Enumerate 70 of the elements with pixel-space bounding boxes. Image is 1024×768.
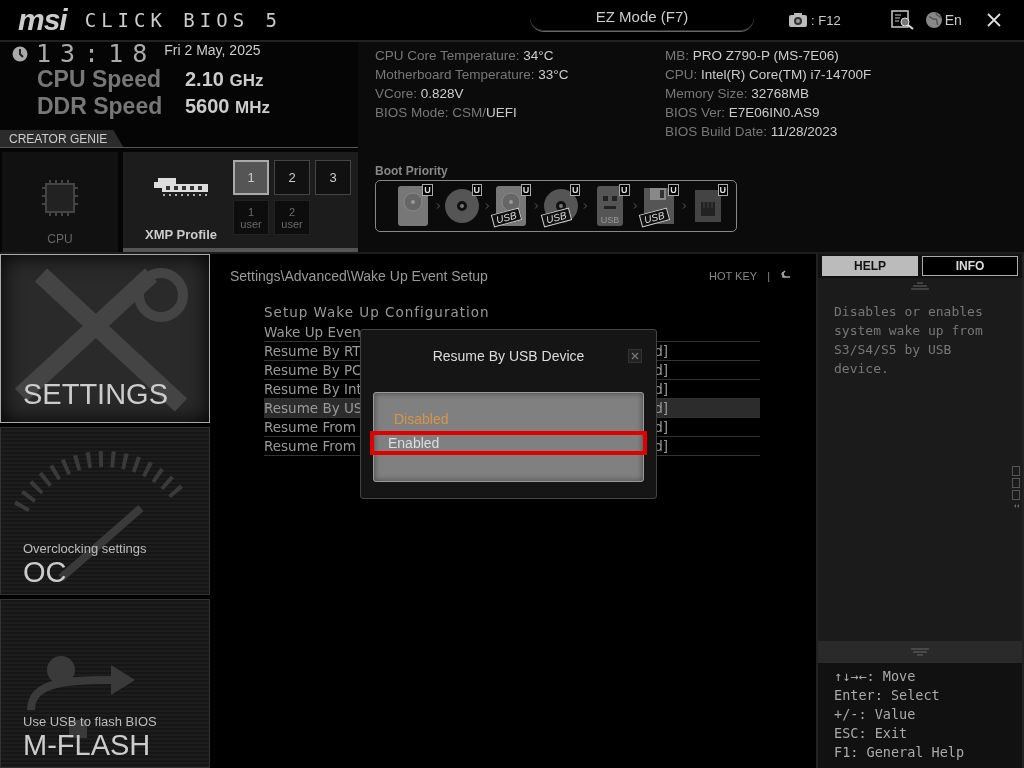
speed-label: DDR Speed bbox=[37, 93, 164, 120]
boot-device[interactable]: U USB bbox=[492, 184, 532, 228]
info-line: Memory Size: 32768MB bbox=[665, 85, 811, 103]
xmp-profile-tile[interactable]: XMP Profile 1 2 3 1 user 2 user bbox=[123, 152, 358, 252]
hot-key-label: HOT KEY bbox=[709, 270, 758, 282]
boot-device[interactable]: U USB bbox=[640, 184, 679, 228]
help-text: Disables or enables system wake up from S3/S4/S5 by USB device. bbox=[833, 303, 984, 378]
separator-text: | bbox=[767, 270, 770, 282]
u-badge: U bbox=[619, 184, 630, 196]
u-badge: U bbox=[422, 184, 433, 196]
info-line: MB: PRO Z790-P (MS-7E06) bbox=[665, 47, 840, 65]
speed-value: 2.10 GHz bbox=[185, 68, 264, 91]
dialog-title: Resume By USB Device bbox=[432, 348, 585, 364]
chevron-icon bbox=[534, 202, 539, 210]
u-badge: U bbox=[569, 184, 581, 196]
side-handle-icon[interactable] bbox=[1012, 466, 1020, 510]
clock-icon bbox=[12, 46, 28, 62]
info-line: CPU: Intel(R) Core(TM) i7-14700F bbox=[665, 66, 872, 84]
speed-label: CPU Speed bbox=[37, 66, 162, 93]
xmp-label: XMP Profile bbox=[145, 227, 217, 242]
globe-icon[interactable] bbox=[924, 11, 943, 29]
key-hint: ↑↓→←: Move bbox=[834, 667, 917, 686]
menu-tile[interactable]: Overclocking settings OC bbox=[0, 426, 210, 596]
info-line: BIOS Ver: E7E06IN0.AS9 bbox=[665, 104, 821, 122]
u-badge: U bbox=[717, 184, 728, 196]
profile-button[interactable]: 1 bbox=[233, 160, 269, 195]
chevron-icon bbox=[632, 202, 637, 210]
profile-button[interactable]: 3 bbox=[315, 160, 351, 195]
u-badge: U bbox=[668, 184, 679, 196]
brand-logo: msi bbox=[18, 5, 67, 35]
info-line: BIOS Mode: CSM/UEFI bbox=[375, 104, 518, 122]
chevron-icon bbox=[485, 202, 490, 210]
info-line: VCore: 0.828V bbox=[375, 85, 465, 103]
boot-device[interactable]: U USB bbox=[541, 184, 581, 228]
usb-label: USB bbox=[598, 215, 622, 226]
u-badge: U bbox=[520, 184, 532, 196]
panel-tab[interactable]: HELP bbox=[822, 256, 918, 276]
date-text: Fri 2 May, 2025 bbox=[164, 42, 261, 58]
screenshot-key: : F12 bbox=[811, 12, 841, 28]
product-name: CLICK BIOS 5 bbox=[84, 9, 282, 31]
u-badge: U bbox=[471, 184, 482, 196]
key-hint: F1: General Help bbox=[834, 743, 966, 762]
clock-time: 13:18 bbox=[36, 42, 157, 66]
profile-button[interactable]: 2 bbox=[274, 160, 310, 195]
language-button[interactable]: En bbox=[944, 12, 962, 28]
user-profile-button[interactable]: 2 user bbox=[274, 200, 310, 235]
chevron-icon bbox=[583, 202, 588, 210]
user-profile-button[interactable]: 1 user bbox=[233, 200, 269, 235]
chevron-icon bbox=[435, 202, 441, 210]
info-line: Motherboard Temperature: 33°C bbox=[375, 66, 570, 84]
boot-priority-title: Boot Priority bbox=[375, 164, 449, 178]
key-hint: Enter: Select bbox=[834, 686, 941, 705]
section-heading: Setup Wake Up Configuration bbox=[264, 304, 491, 320]
info-line: CPU Core Temperature: 34°C bbox=[375, 47, 555, 65]
key-hint: ESC: Exit bbox=[834, 724, 909, 743]
menu-tile[interactable]: SETTINGS bbox=[0, 254, 210, 423]
camera-icon[interactable] bbox=[788, 12, 808, 28]
info-line: BIOS Build Date: 11/28/2023 bbox=[665, 123, 839, 141]
boot-device[interactable]: U bbox=[689, 184, 728, 228]
panel-tab[interactable]: INFO bbox=[922, 256, 1018, 276]
key-hint: +/-: Value bbox=[834, 705, 917, 724]
menu-tile[interactable]: Use USB to flash BIOS M-FLASH bbox=[0, 599, 210, 768]
search-icon[interactable] bbox=[890, 10, 915, 30]
boot-device[interactable]: U bbox=[394, 184, 433, 228]
chip-icon bbox=[40, 178, 80, 218]
chevron-icon bbox=[681, 202, 687, 210]
boot-device[interactable]: U USB bbox=[590, 184, 630, 228]
boot-device[interactable]: U bbox=[443, 184, 482, 228]
breadcrumb: Settings\Advanced\Wake Up Event Setup bbox=[230, 268, 488, 284]
speed-value: 5600 MHz bbox=[185, 95, 270, 118]
